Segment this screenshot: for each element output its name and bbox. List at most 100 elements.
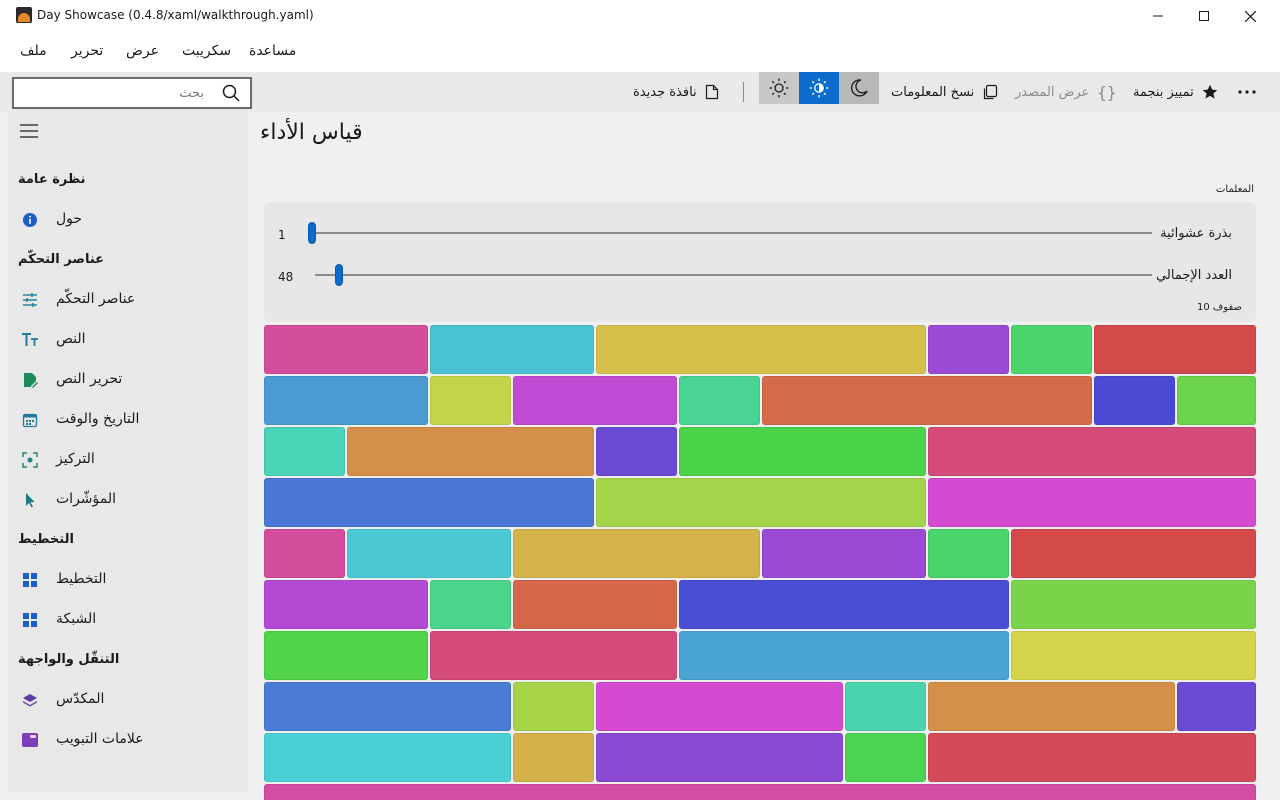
grid-cell — [928, 478, 1256, 527]
braces-icon: {} — [1097, 82, 1117, 102]
auto-brightness-icon — [809, 78, 829, 98]
theme-dark-button[interactable] — [839, 72, 879, 104]
sidebar-item-label: التاريخ والوقت — [56, 411, 140, 427]
grid-cell — [596, 325, 926, 374]
new-window-label: نافذة جديدة — [633, 84, 697, 100]
grid-cell — [762, 529, 926, 578]
grid-cell — [596, 478, 926, 527]
grid-cell — [430, 325, 594, 374]
rows-count-label: 10 صفوف — [1197, 302, 1242, 313]
grid-cell — [928, 529, 1009, 578]
star-icon — [1202, 84, 1218, 99]
sidebar-item-label: النص — [56, 331, 86, 347]
sidebar-item-grid[interactable]: الشبكة — [8, 602, 248, 638]
sidebar-item-datetime[interactable]: التاريخ والوقت — [8, 402, 248, 438]
star-button[interactable]: تمييز بنجمة — [1133, 72, 1218, 112]
total-slider-thumb[interactable] — [335, 264, 343, 286]
search-button[interactable] — [219, 82, 243, 104]
grid-cell — [513, 580, 677, 629]
section-overview: نظرة عامة — [18, 172, 86, 187]
grid-cell — [264, 427, 345, 476]
sidebar-item-stack[interactable]: المكدّس — [8, 682, 248, 718]
theme-auto-button[interactable] — [799, 72, 839, 104]
grid-cell — [430, 631, 677, 680]
document-icon — [705, 84, 718, 100]
theme-light-button[interactable] — [759, 72, 799, 104]
sidebar-item-text[interactable]: النص — [8, 322, 248, 358]
grid-cell — [596, 682, 843, 731]
grid-cell — [347, 427, 594, 476]
title-bar: Day Showcase (0.4.8/xaml/walkthrough.yam… — [0, 0, 1280, 32]
grid-cell — [264, 733, 511, 782]
menu-script[interactable]: سكريبت — [182, 43, 231, 59]
calendar-icon — [21, 411, 39, 429]
seed-slider-track[interactable] — [308, 232, 1152, 234]
menu-edit[interactable]: تحرير — [71, 43, 103, 59]
menu-file[interactable]: ملف — [20, 43, 47, 59]
sun-icon — [769, 78, 789, 98]
seed-value: 1 — [278, 228, 286, 242]
sliders-icon — [21, 291, 39, 309]
grid-cell — [264, 784, 1256, 800]
grid-cell — [762, 376, 1092, 425]
grid-cell — [679, 376, 760, 425]
search-input[interactable] — [14, 79, 214, 107]
grid-cell — [928, 733, 1256, 782]
toolbar-separator — [743, 82, 744, 102]
sidebar-item-layout[interactable]: التخطيط — [8, 562, 248, 598]
sidebar-item-tabs[interactable]: علامات التبويب — [8, 722, 248, 758]
menu-view[interactable]: عرض — [126, 43, 159, 59]
sidebar-item-label: علامات التبويب — [56, 731, 144, 747]
grid-cell — [928, 427, 1256, 476]
benchmark-grid — [264, 325, 1256, 800]
grid-cell — [264, 580, 428, 629]
sidebar-item-about[interactable]: حول — [8, 202, 248, 238]
pointer-icon — [21, 491, 39, 509]
close-button[interactable] — [1227, 0, 1273, 32]
layout-icon — [21, 571, 39, 589]
grid-cell — [928, 325, 1009, 374]
sidebar-item-label: الشبكة — [56, 611, 97, 627]
seed-label: بذرة عشوائية — [1160, 226, 1232, 241]
minimize-button[interactable] — [1135, 0, 1181, 32]
sidebar-item-label: التركيز — [56, 451, 95, 467]
grid-cell — [1177, 376, 1256, 425]
grid-cell — [928, 682, 1175, 731]
menu-help[interactable]: مساعدة — [249, 43, 296, 59]
grid-cell — [264, 376, 428, 425]
search-icon — [222, 84, 240, 102]
grid-cell — [430, 376, 511, 425]
view-source-button[interactable]: {} عرض المصدر — [1015, 72, 1117, 112]
toolbar: نافذة جديدة نسخ الم — [0, 72, 1280, 112]
sidebar-item-controls[interactable]: عناصر التحكّم — [8, 282, 248, 318]
stack-icon — [21, 691, 39, 709]
sidebar: نظرة عامة حول عناصر التحكّم عناصر التحكّ… — [8, 112, 248, 792]
sidebar-item-edit-text[interactable]: تحرير النص — [8, 362, 248, 398]
sidebar-item-label: المكدّس — [56, 691, 105, 707]
edit-document-icon — [21, 371, 39, 389]
grid-cell — [264, 529, 345, 578]
grid-cell — [845, 682, 926, 731]
copy-info-button[interactable]: نسخ المعلومات — [891, 72, 998, 112]
parameters-panel: بذرة عشوائية 1 العدد الإجمالي 48 — [264, 202, 1256, 322]
sidebar-item-label: عناصر التحكّم — [56, 291, 136, 307]
info-icon — [21, 211, 39, 229]
grid-cell — [513, 733, 594, 782]
more-button[interactable] — [1238, 72, 1256, 112]
maximize-button[interactable] — [1181, 0, 1227, 32]
sidebar-item-pointers[interactable]: المؤشّرات — [8, 482, 248, 518]
sidebar-item-focus[interactable]: التركيز — [8, 442, 248, 478]
grid-cell — [679, 631, 1009, 680]
total-slider-track[interactable] — [315, 274, 1152, 276]
grid-cell — [264, 631, 428, 680]
grid-cell — [1011, 631, 1256, 680]
grid-cell — [513, 682, 594, 731]
new-window-button[interactable]: نافذة جديدة — [633, 72, 719, 112]
search-box — [12, 77, 252, 109]
seed-slider-thumb[interactable] — [308, 222, 316, 244]
grid-cell — [430, 580, 511, 629]
grid-cell — [513, 529, 760, 578]
hamburger-menu-button[interactable] — [20, 124, 40, 140]
grid-cell — [1011, 325, 1092, 374]
moon-icon — [850, 79, 868, 97]
